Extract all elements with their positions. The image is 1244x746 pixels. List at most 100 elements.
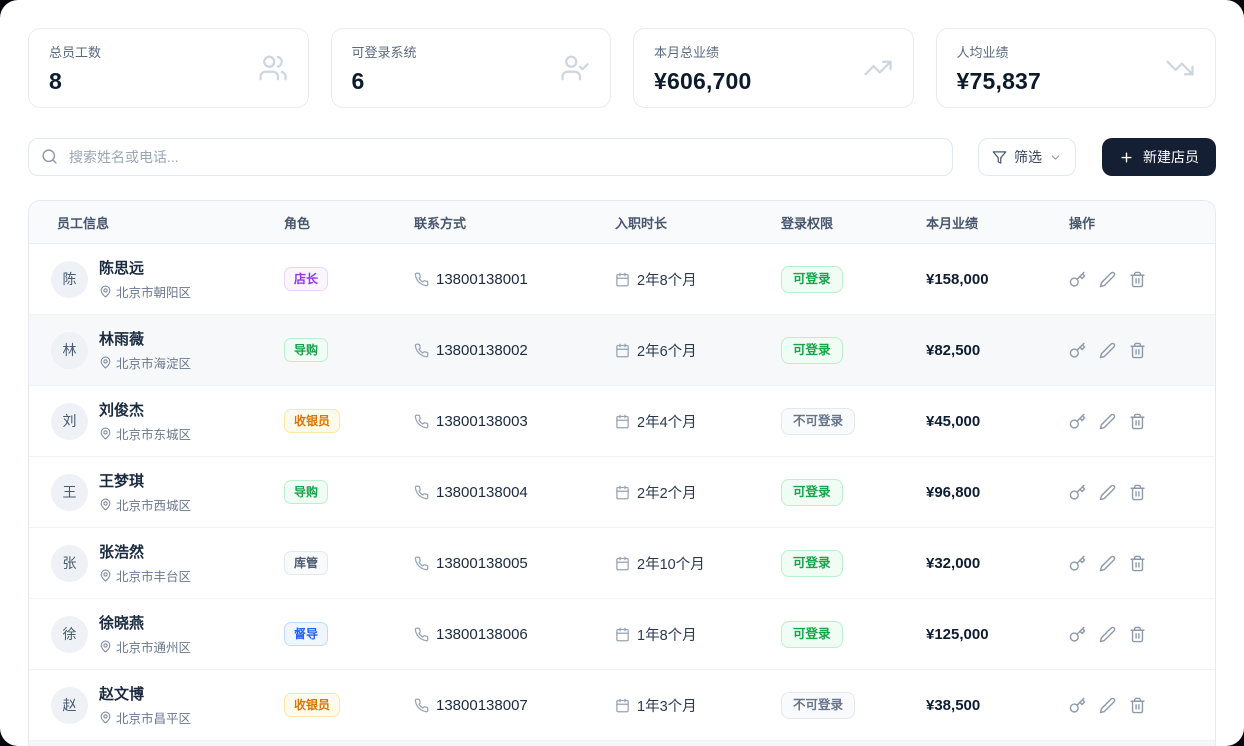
filter-label: 筛选 [1014, 147, 1042, 167]
edit-button[interactable] [1099, 626, 1116, 643]
map-pin-icon [99, 427, 112, 440]
login-permission-badge: 可登录 [781, 266, 843, 293]
table-row[interactable]: 林 林雨薇 北京市海淀区 导购 13800138002 2年6个月 [29, 315, 1215, 386]
users-icon [258, 53, 288, 83]
tenure: 2年2个月 [637, 482, 697, 503]
employee-name: 王梦琪 [99, 470, 191, 491]
table-row[interactable]: 王 王梦琪 北京市西城区 导购 13800138004 2年2个月 [29, 457, 1215, 528]
monthly-performance: ¥38,500 [926, 697, 1069, 714]
reset-password-button[interactable] [1069, 697, 1086, 714]
table-row[interactable]: 赵 赵文博 北京市昌平区 收银员 13800138007 1年3个 [29, 670, 1215, 741]
delete-button[interactable] [1129, 484, 1146, 501]
row-actions [1069, 626, 1215, 643]
pencil-icon [1099, 697, 1116, 714]
staff-management-page: 总员工数 8 可登录系统 6 本月总业绩 ¥606,700 [0, 0, 1244, 746]
phone-number: 13800138002 [436, 342, 528, 359]
search-icon [41, 148, 58, 170]
stat-label: 总员工数 [49, 42, 101, 61]
employee-cell: 张 张浩然 北京市丰台区 [51, 541, 284, 585]
trash-icon [1129, 484, 1146, 501]
employee-location: 北京市西城区 [116, 495, 191, 514]
stat-label: 本月总业绩 [654, 42, 752, 61]
edit-button[interactable] [1099, 413, 1116, 430]
employee-name: 张浩然 [99, 541, 191, 562]
stat-value: ¥606,700 [654, 68, 752, 95]
login-permission-badge: 可登录 [781, 479, 843, 506]
stats-row: 总员工数 8 可登录系统 6 本月总业绩 ¥606,700 [28, 28, 1216, 108]
avatar: 徐 [51, 616, 88, 653]
edit-button[interactable] [1099, 342, 1116, 359]
edit-button[interactable] [1099, 697, 1116, 714]
reset-password-button[interactable] [1069, 271, 1086, 288]
row-actions [1069, 697, 1215, 714]
filter-button[interactable]: 筛选 [978, 138, 1076, 176]
table-row[interactable]: 徐 徐晓燕 北京市通州区 督导 13800138006 1年8个月 [29, 599, 1215, 670]
edit-button[interactable] [1099, 555, 1116, 572]
plus-icon [1119, 150, 1134, 165]
key-icon [1069, 697, 1086, 714]
key-icon [1069, 484, 1086, 501]
reset-password-button[interactable] [1069, 626, 1086, 643]
row-actions [1069, 555, 1215, 572]
col-header-role: 角色 [284, 213, 414, 232]
stat-card-total-employees: 总员工数 8 [28, 28, 309, 108]
login-permission-badge: 可登录 [781, 550, 843, 577]
employee-location: 北京市东城区 [116, 424, 191, 443]
employee-cell: 刘 刘俊杰 北京市东城区 [51, 399, 284, 443]
employee-name: 陈思远 [99, 257, 191, 278]
trash-icon [1129, 697, 1146, 714]
table-row[interactable]: 刘 刘俊杰 北京市东城区 收银员 13800138003 2年4个 [29, 386, 1215, 457]
delete-button[interactable] [1129, 342, 1146, 359]
pencil-icon [1099, 413, 1116, 430]
login-permission-badge: 可登录 [781, 621, 843, 648]
reset-password-button[interactable] [1069, 555, 1086, 572]
login-permission-badge: 不可登录 [781, 692, 855, 719]
table-row[interactable]: 张 张浩然 北京市丰台区 库管 13800138005 2年10个 [29, 528, 1215, 599]
phone-number: 13800138007 [436, 697, 528, 714]
calendar-icon [615, 627, 630, 642]
delete-button[interactable] [1129, 413, 1146, 430]
map-pin-icon [99, 356, 112, 369]
monthly-performance: ¥96,800 [926, 484, 1069, 501]
employee-cell: 赵 赵文博 北京市昌平区 [51, 683, 284, 727]
delete-button[interactable] [1129, 555, 1146, 572]
pencil-icon [1099, 484, 1116, 501]
reset-password-button[interactable] [1069, 484, 1086, 501]
edit-button[interactable] [1099, 271, 1116, 288]
monthly-performance: ¥32,000 [926, 555, 1069, 572]
trending-up-icon [863, 53, 893, 83]
phone-number: 13800138001 [436, 271, 528, 288]
calendar-icon [615, 414, 630, 429]
map-pin-icon [99, 640, 112, 653]
delete-button[interactable] [1129, 271, 1146, 288]
employee-name: 刘俊杰 [99, 399, 191, 420]
delete-button[interactable] [1129, 697, 1146, 714]
phone-number: 13800138004 [436, 484, 528, 501]
phone-icon [414, 343, 429, 358]
employee-cell: 王 王梦琪 北京市西城区 [51, 470, 284, 514]
pencil-icon [1099, 271, 1116, 288]
avatar: 林 [51, 332, 88, 369]
map-pin-icon [99, 285, 112, 298]
employee-location: 北京市朝阳区 [116, 282, 191, 301]
reset-password-button[interactable] [1069, 342, 1086, 359]
search-input[interactable] [28, 138, 953, 176]
stat-value: ¥75,837 [957, 68, 1042, 95]
new-staff-button[interactable]: 新建店员 [1102, 138, 1216, 176]
edit-button[interactable] [1099, 484, 1116, 501]
role-badge: 收银员 [284, 693, 340, 717]
table-header: 员工信息 角色 联系方式 入职时长 登录权限 本月业绩 操作 [29, 201, 1215, 244]
reset-password-button[interactable] [1069, 413, 1086, 430]
employee-location: 北京市海淀区 [116, 353, 191, 372]
employee-name: 赵文博 [99, 683, 191, 704]
pencil-icon [1099, 626, 1116, 643]
key-icon [1069, 271, 1086, 288]
avatar: 刘 [51, 403, 88, 440]
stat-value: 8 [49, 68, 101, 95]
table-row[interactable]: 陈 陈思远 北京市朝阳区 店长 13800138001 2年8个月 [29, 244, 1215, 315]
calendar-icon [615, 698, 630, 713]
key-icon [1069, 342, 1086, 359]
tenure: 2年6个月 [637, 340, 697, 361]
delete-button[interactable] [1129, 626, 1146, 643]
employee-location: 北京市昌平区 [116, 708, 191, 727]
